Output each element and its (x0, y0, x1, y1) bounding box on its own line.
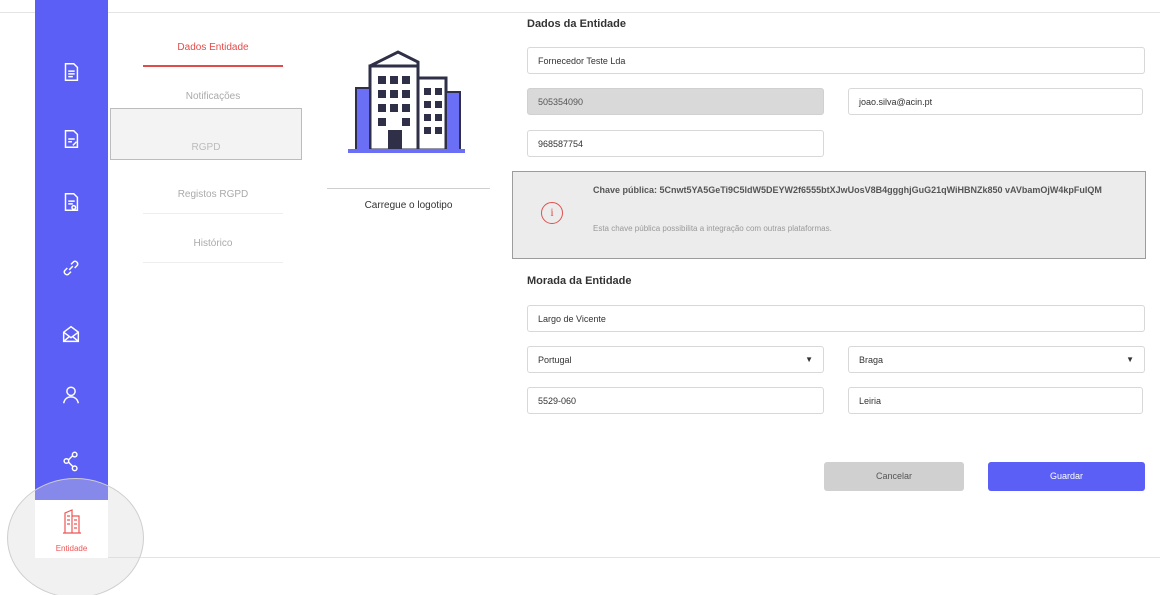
building-logo-icon[interactable] (348, 48, 465, 158)
public-key-text: Chave pública: 5Cnwt5YA5GeTi9C5ldW5DEYW2… (593, 185, 1102, 195)
sidebar-item-entidade[interactable]: Entidade (35, 500, 108, 558)
building-icon (61, 508, 83, 534)
sidebar-item-label: Entidade (55, 544, 88, 553)
link-icon[interactable] (57, 254, 85, 282)
cancel-button[interactable]: Cancelar (824, 462, 964, 491)
document-icon[interactable] (57, 58, 85, 86)
city-field[interactable]: Leiria (848, 387, 1143, 414)
tab-historico[interactable]: Histórico (143, 225, 283, 263)
share-icon[interactable] (57, 447, 85, 475)
country-value: Portugal (538, 355, 572, 365)
section-title-entidade: Dados da Entidade (527, 18, 627, 30)
entity-name-field[interactable]: Fornecedor Teste Lda (527, 47, 1145, 74)
postal-code-field[interactable]: 5529-060 (527, 387, 824, 414)
sidebar (35, 0, 108, 500)
street-field[interactable]: Largo de Vicente (527, 305, 1145, 332)
info-icon: i (541, 202, 563, 224)
user-icon[interactable] (57, 381, 85, 409)
top-divider (0, 12, 1160, 13)
phone-field[interactable]: 968587754 (527, 130, 824, 157)
country-select[interactable]: Portugal ▼ (527, 346, 824, 373)
public-key-description: Esta chave pública possibilita a integra… (593, 224, 832, 233)
caret-down-icon: ▼ (1126, 355, 1134, 364)
bottom-divider (108, 557, 1160, 558)
upload-logo-label[interactable]: Carregue o logotipo (327, 200, 490, 211)
public-key-info-box: i Chave pública: 5Cnwt5YA5GeTi9C5ldW5DEY… (512, 171, 1146, 259)
tab-registos-rgpd[interactable]: Registos RGPD (143, 176, 283, 214)
district-select[interactable]: Braga ▼ (848, 346, 1145, 373)
caret-down-icon: ▼ (805, 355, 813, 364)
logo-divider (327, 188, 490, 189)
mail-icon[interactable] (57, 320, 85, 348)
email-field[interactable]: joao.silva@acin.pt (848, 88, 1143, 115)
tab-dados-entidade[interactable]: Dados Entidade (143, 29, 283, 67)
section-title-morada: Morada da Entidade (527, 275, 632, 287)
document-check-icon[interactable] (57, 188, 85, 216)
save-button[interactable]: Guardar (988, 462, 1145, 491)
nif-field: 505354090 (527, 88, 824, 115)
district-value: Braga (859, 355, 884, 365)
document-edit-icon[interactable] (57, 125, 85, 153)
tab-rgpd[interactable]: RGPD (110, 108, 302, 160)
